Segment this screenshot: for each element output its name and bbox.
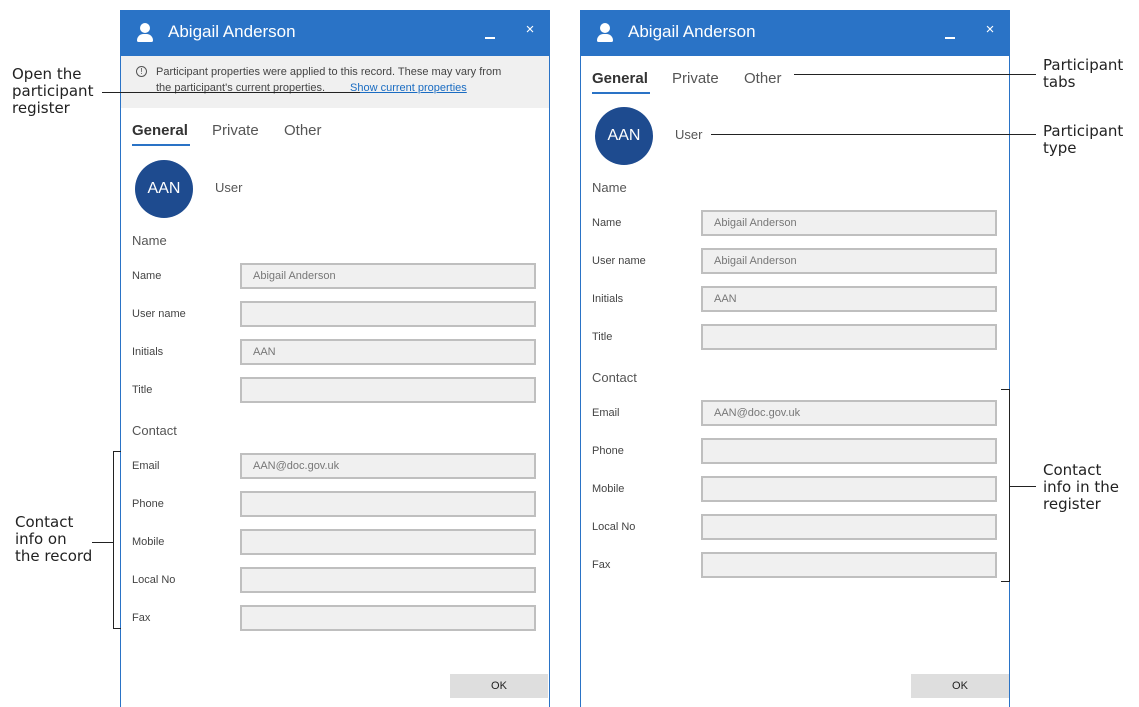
callout-line-open-register [102, 92, 360, 93]
phone-label: Phone [592, 445, 624, 457]
fax-label: Fax [132, 612, 151, 624]
register-participant-dialog: Abigail Anderson × General Private Other… [580, 10, 1010, 707]
annotation-line: Participant [1043, 56, 1124, 74]
contact-section-heading: Contact [592, 370, 637, 385]
annotation-line: participant [12, 82, 94, 100]
annotation-line: register [1043, 495, 1101, 513]
tab-private[interactable]: Private [212, 122, 259, 139]
annotation-line: info in the [1043, 478, 1119, 496]
initials-label: Initials [592, 293, 624, 305]
name-section-heading: Name [592, 180, 627, 195]
bracket-bottom-tick [1001, 581, 1009, 582]
annotation-participant-tabs: Participant tabs [1043, 57, 1123, 91]
callout-line-contact-register [1009, 486, 1036, 487]
close-button[interactable]: × [981, 21, 999, 38]
user-name-label: User name [592, 255, 646, 267]
annotation-open-register: Open the participant register [12, 66, 93, 117]
title-field[interactable] [240, 377, 536, 403]
callout-line-contact-record [92, 542, 113, 543]
email-label: Email [592, 407, 620, 419]
local-no-label: Local No [592, 521, 636, 533]
tab-general-underline [132, 144, 190, 146]
local-no-field[interactable] [701, 514, 997, 540]
mobile-field[interactable] [240, 529, 536, 555]
info-banner: ! Participant properties were applied to… [121, 56, 549, 108]
name-section-heading: Name [132, 233, 167, 248]
fax-field[interactable] [240, 605, 536, 631]
tab-general[interactable]: General [592, 70, 648, 87]
name-label: Name [132, 270, 162, 282]
initials-field[interactable]: AAN [701, 286, 997, 312]
annotation-line: Contact [15, 513, 74, 531]
annotation-contact-record: Contact info on the record [15, 514, 92, 565]
email-label: Email [132, 460, 160, 472]
name-label: Name [592, 217, 622, 229]
annotation-line: the record [15, 547, 93, 565]
bracket-contact-record [113, 451, 114, 629]
callout-line-participant-type [711, 134, 1036, 135]
minimize-button[interactable] [945, 37, 955, 39]
close-button[interactable]: × [521, 21, 539, 38]
title-label: Title [592, 331, 613, 343]
fax-label: Fax [592, 559, 611, 571]
phone-label: Phone [132, 498, 164, 510]
title-bar: Abigail Anderson × [581, 10, 1009, 56]
mobile-label: Mobile [592, 483, 625, 495]
info-icon: ! [136, 66, 147, 77]
user-name-label: User name [132, 308, 186, 320]
annotation-contact-register: Contact info in the register [1043, 462, 1119, 513]
name-field[interactable]: Abigail Anderson [701, 210, 997, 236]
phone-field[interactable] [701, 438, 997, 464]
bracket-top-tick [113, 451, 121, 452]
user-icon [597, 23, 613, 43]
tab-general[interactable]: General [132, 122, 188, 139]
tab-private[interactable]: Private [672, 70, 719, 87]
fax-field[interactable] [701, 552, 997, 578]
title-label: Title [132, 384, 153, 396]
initials-field[interactable]: AAN [240, 339, 536, 365]
phone-field[interactable] [240, 491, 536, 517]
window-title: Abigail Anderson [168, 22, 296, 41]
contact-section-heading: Contact [132, 423, 177, 438]
banner-text-line1: Participant properties were applied to t… [156, 66, 502, 78]
callout-line-participant-tabs [794, 74, 1036, 75]
annotation-line: Contact [1043, 461, 1102, 479]
user-name-field[interactable] [240, 301, 536, 327]
local-no-field[interactable] [240, 567, 536, 593]
minimize-button[interactable] [485, 37, 495, 39]
email-field[interactable]: AAN@doc.gov.uk [701, 400, 997, 426]
user-name-field[interactable]: Abigail Anderson [701, 248, 997, 274]
initials-label: Initials [132, 346, 164, 358]
mobile-field[interactable] [701, 476, 997, 502]
window-title: Abigail Anderson [628, 22, 756, 41]
ok-button[interactable]: OK [450, 674, 548, 698]
annotation-participant-type: Participant type [1043, 123, 1123, 157]
email-field[interactable]: AAN@doc.gov.uk [240, 453, 536, 479]
annotation-line: type [1043, 139, 1077, 157]
mobile-label: Mobile [132, 536, 165, 548]
annotation-line: Participant [1043, 122, 1124, 140]
avatar: AAN [135, 160, 193, 218]
ok-button[interactable]: OK [911, 674, 1009, 698]
local-no-label: Local No [132, 574, 176, 586]
annotation-line: register [12, 99, 70, 117]
record-participant-dialog: Abigail Anderson × ! Participant propert… [120, 10, 550, 707]
tab-general-underline [592, 92, 650, 94]
bracket-top-tick [1001, 389, 1009, 390]
avatar: AAN [595, 107, 653, 165]
annotation-line: Open the [12, 65, 82, 83]
participant-type: User [215, 180, 243, 195]
title-bar: Abigail Anderson × [121, 10, 549, 56]
show-current-properties-link[interactable]: Show current properties [350, 82, 467, 94]
participant-type: User [675, 127, 703, 142]
tab-other[interactable]: Other [284, 122, 322, 139]
tab-other[interactable]: Other [744, 70, 782, 87]
annotation-line: tabs [1043, 73, 1076, 91]
name-field[interactable]: Abigail Anderson [240, 263, 536, 289]
user-icon [137, 23, 153, 43]
annotation-line: info on [15, 530, 67, 548]
bracket-bottom-tick [113, 628, 121, 629]
title-field[interactable] [701, 324, 997, 350]
